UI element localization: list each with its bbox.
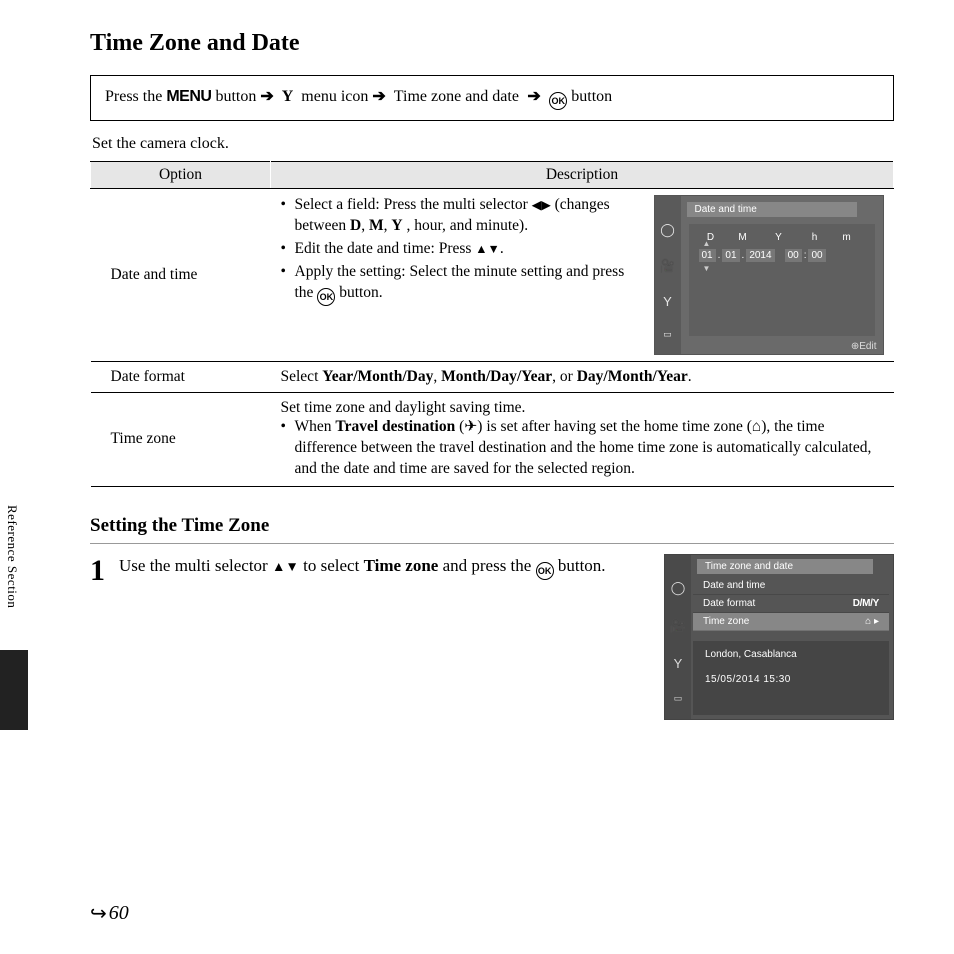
- airplane-icon: ✈: [464, 418, 477, 435]
- setup-mode-icon: Y: [663, 294, 672, 309]
- step-number: 1: [90, 556, 105, 586]
- page-number-value: 60: [109, 902, 129, 925]
- r2-pre: Select: [281, 368, 323, 385]
- left-right-arrow-icon: ◀▶: [532, 198, 551, 212]
- video-mode-icon: 🎥: [659, 258, 675, 274]
- side-tab-label: Reference Section: [0, 495, 24, 618]
- opt-date-format: Date format: [91, 362, 271, 393]
- s1-t1: Use the multi selector: [119, 556, 272, 575]
- arrow-right-icon: ➔: [372, 88, 385, 105]
- video-mode-icon: 🎥: [670, 618, 686, 634]
- r2-o3: Day/Month/Year: [577, 368, 688, 385]
- ok-button-icon: OK: [317, 288, 335, 306]
- intro-text: Set the camera clock.: [92, 135, 894, 153]
- step-text: Use the multi selector ▲▼ to select Time…: [119, 554, 630, 580]
- up-down-arrow-icon: ▲▼: [272, 559, 299, 574]
- options-table: Option Description Date and time Select …: [90, 161, 894, 487]
- page-title: Time Zone and Date: [90, 30, 894, 57]
- cam-val-h: 00: [785, 249, 802, 262]
- camera-mode-icon: ◯: [671, 580, 686, 596]
- opt-time-zone: Time zone: [91, 393, 271, 487]
- nav-suffix: button: [571, 88, 612, 105]
- arrow-right-icon: ➔: [523, 88, 545, 105]
- th-option: Option: [91, 162, 271, 189]
- r3-b1a: When: [295, 418, 336, 435]
- nav-mid2: menu icon: [301, 88, 372, 105]
- cam-edit-label: ⊕Edit: [851, 341, 877, 352]
- cam-label-min: m: [837, 232, 857, 243]
- cam-title: Date and time: [687, 202, 857, 217]
- r2-o2: Month/Day/Year: [441, 368, 552, 385]
- s1-bold: Time zone: [364, 556, 439, 575]
- cam-val-y: 2014: [746, 249, 774, 262]
- r1-b2: Edit the date and time: Press: [295, 240, 476, 257]
- battery-icon: ▭: [674, 693, 683, 704]
- cam-label-h: h: [805, 232, 825, 243]
- table-row: Date format Select Year/Month/Day, Month…: [91, 362, 894, 393]
- cam2-row-timezone-selected: Time zone ⌂ ▸: [693, 613, 889, 631]
- navigation-breadcrumb: Press the MENU button ➔ Y menu icon ➔ Ti…: [90, 75, 894, 121]
- r1-b3b: button.: [339, 284, 383, 301]
- menu-button-label: MENU: [166, 88, 211, 105]
- arrow-right-icon: ➔: [260, 88, 273, 105]
- step-1: 1 Use the multi selector ▲▼ to select Ti…: [90, 554, 894, 720]
- dot: .: [718, 250, 721, 261]
- home-icon: ⌂: [865, 616, 871, 627]
- cam2-datetime: 15/05/2014 15:30: [705, 674, 877, 685]
- r2-o1: Year/Month/Day: [322, 368, 433, 385]
- bold-m: M: [369, 217, 384, 234]
- up-down-arrow-icon: ▲▼: [475, 242, 500, 256]
- camera-mode-icon: ◯: [660, 222, 675, 238]
- th-description: Description: [271, 162, 894, 189]
- ok-button-icon: OK: [536, 562, 554, 580]
- ok-button-icon: OK: [549, 92, 567, 110]
- subheading-setting-timezone: Setting the Time Zone: [90, 515, 894, 537]
- cam-val-m: 01: [722, 249, 739, 262]
- home-icon: ⌂: [752, 418, 761, 435]
- divider: [90, 543, 894, 544]
- down-arrow-icon: ▼: [703, 264, 711, 273]
- setup-mode-icon: Y: [674, 656, 683, 671]
- page-number: ↪ 60: [90, 901, 129, 926]
- camera-screen-datetime: ◯ 🎥 Y ▭ Date and time D M Y h m: [654, 195, 884, 355]
- r3-line1: Set time zone and daylight saving time.: [281, 399, 884, 417]
- nav-prefix: Press the: [105, 88, 166, 105]
- cam-label-y: Y: [765, 232, 793, 243]
- cam2-dmy-value: D/M/Y: [853, 598, 879, 609]
- cam-label-m: M: [733, 232, 753, 243]
- r1-b1c: , hour, and minute).: [406, 217, 528, 234]
- nav-mid1: button: [215, 88, 260, 105]
- s1-t3: and press the: [443, 556, 536, 575]
- cam-val-min: 00: [808, 249, 825, 262]
- side-tab-marker: [0, 650, 28, 730]
- table-row: Date and time Select a field: Press the …: [91, 189, 894, 362]
- up-arrow-icon: ▲: [703, 239, 711, 248]
- r1-b1a: Select a field: Press the multi selector: [295, 196, 532, 213]
- cam2-title: Time zone and date: [697, 559, 873, 574]
- r3-b1c: ) is set after having set the home time …: [477, 418, 752, 435]
- colon: :: [804, 250, 807, 261]
- row1-description: Select a field: Press the multi selector…: [281, 195, 644, 308]
- nav-item-text: Time zone and date: [394, 88, 519, 105]
- bold-d: D: [350, 217, 361, 234]
- cam-val-d: 01: [699, 249, 716, 262]
- link-icon: ↪: [90, 901, 107, 926]
- s1-t2: to select: [303, 556, 363, 575]
- dot: .: [742, 250, 745, 261]
- r3-travel: Travel destination: [335, 418, 455, 435]
- battery-icon: ▭: [663, 329, 672, 340]
- opt-date-and-time: Date and time: [91, 189, 271, 362]
- chevron-right-icon: ▸: [874, 616, 879, 627]
- s1-t4: button.: [558, 556, 606, 575]
- cam2-row-dateformat: Date format D/M/Y: [693, 595, 889, 613]
- cam2-location: London, Casablanca: [705, 649, 877, 660]
- cam2-row-datetime: Date and time: [693, 577, 889, 595]
- row3-description: Set time zone and daylight saving time. …: [271, 393, 894, 487]
- table-row: Time zone Set time zone and daylight sav…: [91, 393, 894, 487]
- bold-y: Y: [391, 217, 402, 234]
- wrench-icon: Y: [278, 88, 298, 105]
- row2-description: Select Year/Month/Day, Month/Day/Year, o…: [271, 362, 894, 393]
- camera-screen-timezone: ◯ 🎥 Y ▭ Time zone and date Date and time…: [664, 554, 894, 720]
